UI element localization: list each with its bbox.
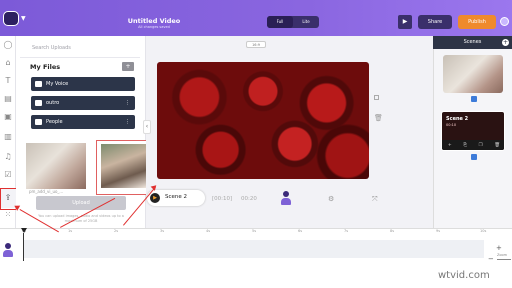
chart-icon[interactable]: ▥ <box>3 132 13 142</box>
current-time: [00:10] <box>212 196 233 202</box>
folder-icon <box>35 81 42 87</box>
scene-duration: 00:10 <box>446 123 457 127</box>
image-icon[interactable]: ▣ <box>3 112 13 122</box>
scenes-title: Scenes <box>433 36 512 49</box>
scene-title: Scene 2 <box>446 116 469 122</box>
copy-icon[interactable]: ❐ <box>479 143 483 148</box>
scene-index-marker <box>471 96 477 102</box>
ruler-tick: 2s <box>114 229 119 233</box>
settings-icon[interactable]: ⚙ <box>328 195 334 203</box>
scene-label: Scene 2 <box>165 194 188 200</box>
thumbnail-image <box>101 144 147 188</box>
user-icon[interactable]: ◯ <box>3 40 13 50</box>
mode-toggle[interactable]: Full Lite <box>267 16 319 28</box>
add-folder-button[interactable]: + <box>122 62 134 71</box>
layout-icon[interactable]: ▤ <box>3 94 13 104</box>
ruler-tick: 4s <box>206 229 211 233</box>
bottom-strip <box>0 262 512 288</box>
home-icon[interactable]: ⌂ <box>3 58 13 68</box>
avatar[interactable] <box>500 17 509 26</box>
check-icon[interactable]: ☑ <box>3 170 13 180</box>
scene-thumbnail-active[interactable]: Scene 2 00:10 + ⎘ ❐ 🗑 <box>441 111 505 151</box>
share-button[interactable]: Share <box>418 15 452 29</box>
timeline-ruler: 0s 1s 2s 3s 4s 5s 6s 7s 8s 9s 10s <box>22 229 492 235</box>
folder-item[interactable]: My Voice <box>31 77 135 91</box>
file-name: pm_add_vi_uo_... <box>29 189 64 194</box>
expand-icon[interactable] <box>374 95 379 100</box>
folder-icon <box>35 100 42 106</box>
folder-label: My Voice <box>46 81 69 87</box>
scene-index-marker <box>471 154 477 160</box>
chevron-down-icon[interactable]: ▼ <box>21 15 26 22</box>
zoom-slider[interactable] <box>497 259 511 260</box>
scene-toolbar: + ⎘ ❐ 🗑 <box>442 140 504 150</box>
grid-icon[interactable]: ⁙ <box>3 210 13 220</box>
folder-label: outro <box>46 100 60 106</box>
video-title[interactable]: Untitled Video <box>92 17 216 25</box>
publish-button[interactable]: Publish <box>458 15 496 29</box>
mode-option-full[interactable]: Full <box>267 16 293 28</box>
watermark: wtvid.com <box>438 270 490 281</box>
divider <box>20 57 140 58</box>
uploads-panel: Search Uploads My Files + My Voice outro… <box>16 36 153 228</box>
section-title: My Files <box>30 63 61 71</box>
play-icon[interactable]: ▶ <box>150 193 160 203</box>
fit-icon[interactable]: ⤧ <box>372 195 378 204</box>
search-input[interactable]: Search Uploads <box>20 42 140 55</box>
ruler-tick: 9s <box>436 229 441 233</box>
ruler-tick: 6s <box>298 229 303 233</box>
music-icon[interactable]: ♫ <box>3 152 13 162</box>
ruler-tick: 8s <box>390 229 395 233</box>
add-icon[interactable]: + <box>448 143 452 148</box>
character-icon[interactable] <box>281 191 291 205</box>
app-logo[interactable] <box>3 11 19 26</box>
upload-thumbnail-highlighted[interactable] <box>96 140 153 195</box>
preview-play-button[interactable]: ▶ <box>398 15 412 29</box>
save-status: All changes saved <box>138 25 170 29</box>
video-preview[interactable] <box>157 62 369 179</box>
ruler-tick: 10s <box>480 229 487 233</box>
timeline-track[interactable] <box>24 240 484 258</box>
ruler-tick: 7s <box>344 229 349 233</box>
mode-option-lite[interactable]: Lite <box>293 16 319 28</box>
duplicate-icon[interactable]: ⎘ <box>463 142 467 148</box>
trash-icon[interactable]: 🗑 <box>374 114 383 122</box>
text-icon[interactable]: T <box>3 76 13 86</box>
more-icon[interactable]: ⋮ <box>125 96 130 110</box>
character-icon[interactable] <box>2 243 14 257</box>
folder-icon <box>35 119 42 125</box>
ruler-tick: 5s <box>252 229 257 233</box>
add-scene-button[interactable]: + <box>502 39 509 46</box>
ruler-tick: 3s <box>160 229 165 233</box>
trash-icon[interactable]: 🗑 <box>494 143 500 148</box>
scene-thumbnail[interactable] <box>443 55 503 93</box>
zoom-in-button[interactable]: + <box>496 244 502 252</box>
upload-thumbnail[interactable] <box>26 143 86 189</box>
more-icon[interactable]: ⋮ <box>125 115 130 129</box>
folder-item[interactable]: People ⋮ <box>31 115 135 129</box>
collapse-panel-button[interactable]: ‹ <box>143 120 151 134</box>
ruler-tick: 1s <box>68 229 73 233</box>
playhead[interactable] <box>21 228 27 233</box>
folder-item[interactable]: outro ⋮ <box>31 96 135 110</box>
aspect-ratio-chip[interactable]: 16:9 <box>246 41 266 48</box>
scene-player[interactable]: ▶ Scene 2 <box>147 190 205 206</box>
zoom-label: Zoom <box>497 253 508 257</box>
folder-label: People <box>46 119 63 125</box>
total-time: 00:20 <box>241 196 257 202</box>
